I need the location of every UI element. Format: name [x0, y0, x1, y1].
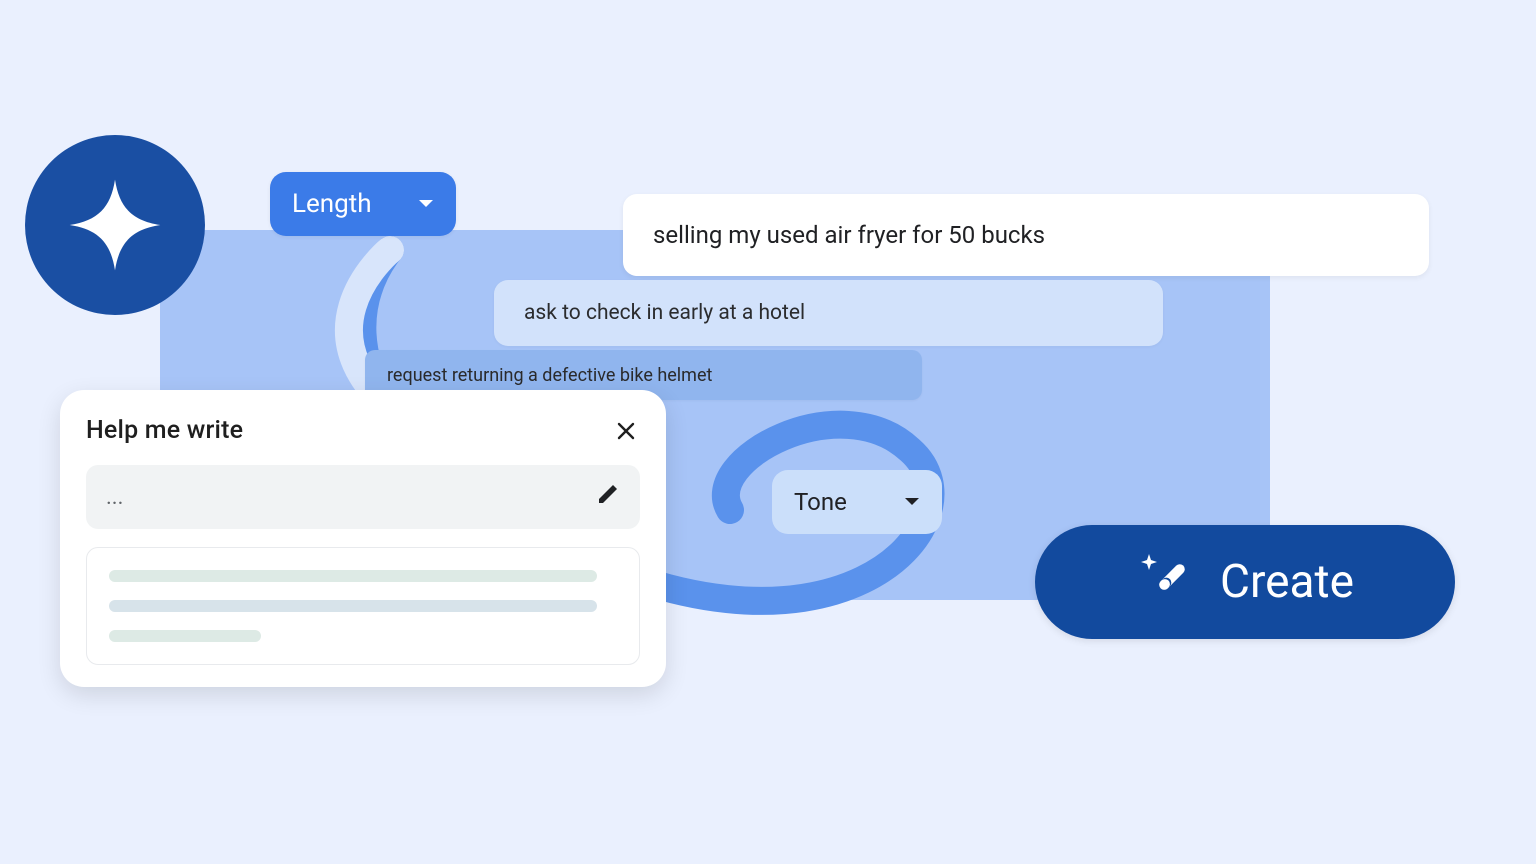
prompt-text: request returning a defective bike helme… [387, 365, 712, 386]
tone-dropdown[interactable]: Tone [772, 470, 942, 534]
create-button[interactable]: Create [1035, 525, 1455, 639]
create-button-label: Create [1220, 555, 1354, 609]
chevron-down-icon [904, 497, 920, 507]
tone-dropdown-label: Tone [794, 488, 847, 516]
wand-sparkle-icon [1136, 548, 1192, 616]
skeleton-line [109, 570, 597, 582]
length-dropdown-label: Length [292, 189, 372, 219]
length-dropdown[interactable]: Length [270, 172, 456, 236]
close-button[interactable] [612, 417, 640, 445]
prompt-input[interactable]: ... [86, 465, 640, 529]
skeleton-line [109, 600, 597, 612]
chevron-down-icon [418, 199, 434, 209]
sparkle-badge [25, 135, 205, 315]
close-icon [616, 421, 636, 441]
prompt-text: selling my used air fryer for 50 bucks [653, 221, 1045, 249]
help-me-write-panel: Help me write ... [60, 390, 666, 687]
prompt-text: ask to check in early at a hotel [524, 301, 805, 325]
panel-title: Help me write [86, 416, 243, 445]
prompt-suggestion[interactable]: ask to check in early at a hotel [494, 280, 1163, 346]
sparkle-icon [61, 171, 169, 279]
prompt-input-placeholder: ... [106, 485, 123, 510]
prompt-suggestion[interactable]: selling my used air fryer for 50 bucks [623, 194, 1429, 276]
pencil-icon [596, 482, 620, 512]
skeleton-line [109, 630, 261, 642]
output-skeleton [86, 547, 640, 665]
